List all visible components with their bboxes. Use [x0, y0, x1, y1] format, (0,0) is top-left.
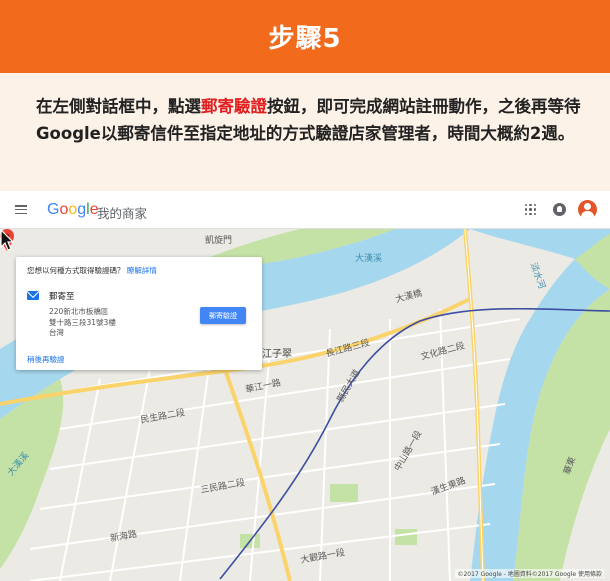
map-label: 大漢溪 — [355, 254, 383, 264]
google-logo-letter: G — [47, 201, 60, 218]
verify-later-link[interactable]: 稍後再驗證 — [27, 354, 65, 365]
park-block-2 — [395, 529, 417, 545]
apps-icon[interactable] — [525, 204, 536, 215]
app-bar: Google 我的商家 — [0, 191, 610, 229]
question-text: 您想以何種方式取得驗證碼？ — [27, 266, 125, 275]
app-name: 我的商家 — [97, 206, 148, 221]
map-label: 凱旋門 — [205, 236, 233, 246]
mouse-cursor-icon — [0, 229, 14, 251]
park-block-1 — [330, 484, 358, 502]
instruction-text-part1: 在左側對話框中，點選 — [36, 97, 201, 116]
address-line: 台灣 — [49, 328, 64, 337]
google-logo[interactable]: Google — [47, 201, 99, 219]
map-label: 江子翠 — [262, 349, 292, 360]
map-view[interactable]: 凱旋門 大漢溪 淡水河 大漢溪 江子翠 長江路三段 文化路二段 華江一路 縣民大… — [0, 229, 610, 581]
map-copyright: ©2017 Google - 地圖資料©2017 Google 使用條款 — [455, 569, 604, 578]
google-logo-letter: g — [77, 201, 87, 218]
method-title: 郵寄至 — [49, 292, 75, 302]
account-avatar[interactable] — [578, 200, 597, 219]
address-line: 220新北市板橋區 — [49, 307, 109, 316]
notifications-icon[interactable] — [553, 203, 566, 216]
instruction-highlight: 郵寄驗證 — [201, 97, 267, 116]
verification-question: 您想以何種方式取得驗證碼？ 瞭解詳情 — [27, 265, 157, 276]
learn-more-link[interactable]: 瞭解詳情 — [127, 266, 157, 275]
instruction-panel: 在左側對話框中，點選郵寄驗證按鈕，即可完成網站註冊動作，之後再等待Google以… — [0, 73, 610, 191]
verification-dialog: 您想以何種方式取得驗證碼？ 瞭解詳情 郵寄至 220新北市板橋區 雙十路三段31… — [16, 257, 262, 370]
mail-verify-button[interactable]: 郵寄驗證 — [200, 307, 246, 324]
instruction-text: 在左側對話框中，點選郵寄驗證按鈕，即可完成網站註冊動作，之後再等待Google以… — [36, 93, 592, 147]
menu-icon[interactable] — [15, 205, 27, 215]
step-banner: 步驟5 — [0, 0, 610, 73]
mailing-address: 220新北市板橋區 雙十路三段31號3樓 台灣 — [49, 307, 116, 339]
google-logo-letter: o — [68, 201, 78, 218]
address-line: 雙十路三段31號3樓 — [49, 317, 116, 327]
step-title: 步驟5 — [268, 24, 342, 54]
mail-icon — [27, 291, 39, 300]
